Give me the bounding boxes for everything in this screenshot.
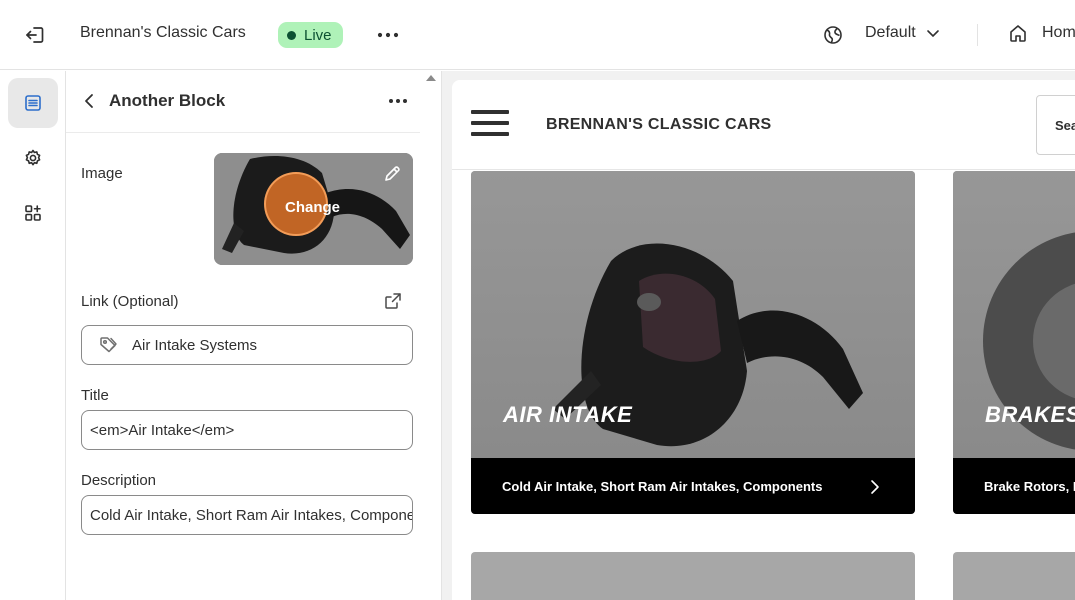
apps-icon <box>25 205 41 221</box>
image-label: Image <box>81 165 123 182</box>
sidebar-rail <box>0 71 66 600</box>
description-field-value: Cold Air Intake, Short Ram Air Intakes, … <box>90 506 413 524</box>
search-label: Sea <box>1055 118 1075 133</box>
open-link-button[interactable] <box>383 291 403 311</box>
edit-image-button[interactable] <box>381 163 403 185</box>
store-header: BRENNAN'S CLASSIC CARS Sea <box>452 80 1075 170</box>
globe-icon <box>824 26 842 44</box>
card-footer-text: Brake Rotors, P <box>984 479 1075 494</box>
store-more-button[interactable] <box>375 22 401 48</box>
card-title: BRAKES <box>985 402 1075 427</box>
chevron-down-icon <box>926 29 939 37</box>
store-name: Brennan's Classic Cars <box>80 24 246 41</box>
title-label: Title <box>81 387 109 404</box>
collection-card-brakes[interactable]: BRAKES Brake Rotors, P <box>953 171 1075 514</box>
sidebar-item-app-embeds[interactable] <box>8 188 58 238</box>
more-horizontal-icon <box>377 32 399 38</box>
theme-select-value: Default <box>865 24 916 41</box>
home-link-label: Home <box>1042 24 1075 41</box>
language-button[interactable] <box>821 23 845 47</box>
store-logo[interactable]: BRENNAN'S CLASSIC CARS <box>546 116 772 134</box>
link-label: Link (Optional) <box>81 293 179 310</box>
tag-icon <box>98 335 118 355</box>
chevron-right-icon <box>871 480 879 494</box>
pencil-icon <box>385 166 400 181</box>
gear-icon <box>25 149 41 166</box>
card-footer: Cold Air Intake, Short Ram Air Intakes, … <box>471 458 915 514</box>
back-button[interactable] <box>78 89 100 113</box>
image-change-label: Change <box>285 199 341 216</box>
link-field-value: Air Intake Systems <box>132 336 258 354</box>
title-field[interactable]: <em>Air Intake</em> <box>81 410 413 450</box>
chevron-left-icon <box>85 94 93 108</box>
external-link-icon <box>385 293 401 309</box>
panel-header: Another Block <box>66 71 420 133</box>
sidebar-item-sections[interactable] <box>8 78 58 128</box>
description-label: Description <box>81 472 157 489</box>
sidebar-item-theme-settings[interactable] <box>8 133 58 183</box>
card-title: AIR INTAKE <box>503 402 633 427</box>
topbar-divider <box>977 24 978 46</box>
top-bar: Brennan's Classic Cars Live Default Home <box>0 0 1075 70</box>
card-footer-text: Cold Air Intake, Short Ram Air Intakes, … <box>502 479 823 494</box>
panel-title: Another Block <box>109 91 226 110</box>
link-field[interactable]: Air Intake Systems <box>81 325 413 365</box>
theme-select[interactable]: Default <box>865 24 940 42</box>
home-icon <box>1010 25 1026 42</box>
title-field-value: <em>Air Intake</em> <box>90 421 235 439</box>
description-field[interactable]: Cold Air Intake, Short Ram Air Intakes, … <box>81 495 413 535</box>
image-picker[interactable]: Change <box>214 153 413 265</box>
status-badge-label: Live <box>304 26 332 44</box>
store-preview: BRENNAN'S CLASSIC CARS Sea AIR INTAKE Co… <box>452 80 1075 600</box>
collection-card-partial[interactable] <box>953 552 1075 600</box>
scrollbar-up-arrow[interactable] <box>426 75 436 81</box>
exit-button[interactable] <box>22 22 48 48</box>
live-dot <box>287 30 296 40</box>
search-button[interactable]: Sea <box>1036 95 1075 155</box>
status-badge: Live <box>278 22 343 48</box>
block-more-button[interactable] <box>385 88 411 114</box>
collection-card-air-intake[interactable]: AIR INTAKE Cold Air Intake, Short Ram Ai… <box>471 171 915 514</box>
more-horizontal-icon <box>389 99 407 103</box>
card-footer: Brake Rotors, P <box>953 458 1075 514</box>
block-settings-panel: Another Block Image Change Link (Optiona… <box>66 71 442 600</box>
home-link[interactable]: Home <box>1008 23 1075 43</box>
menu-icon[interactable] <box>471 110 509 138</box>
collection-card-partial[interactable] <box>471 552 915 600</box>
exit-icon <box>26 27 44 43</box>
sections-icon <box>25 95 41 111</box>
